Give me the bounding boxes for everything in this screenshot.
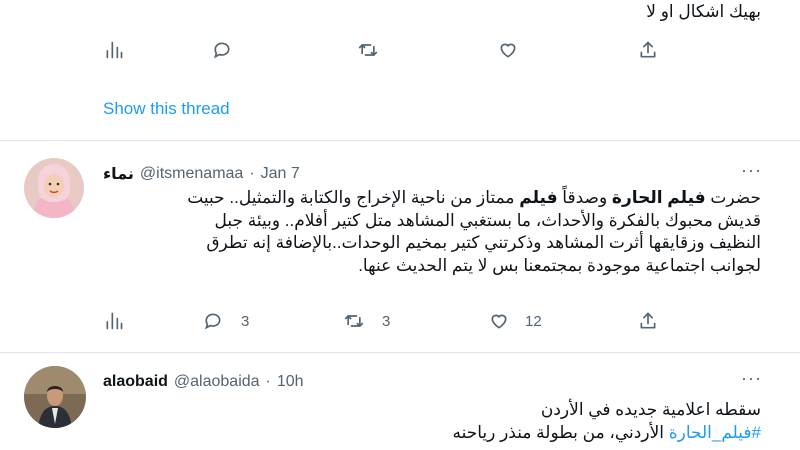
- retweet-icon: [358, 44, 378, 56]
- share-icon: [640, 312, 656, 329]
- tweet-timestamp[interactable]: 10h: [277, 373, 304, 391]
- tweet-header: نماء @itsmenamaa · Jan 7: [103, 163, 300, 185]
- like-button[interactable]: 12: [489, 311, 542, 331]
- share-button[interactable]: [638, 311, 658, 331]
- tweet-header: alaobaid @alaobaida · 10h: [103, 371, 304, 393]
- analytics-button[interactable]: [104, 40, 124, 60]
- tweet-text-tail: بهيك اشكال او لا: [646, 2, 761, 21]
- user-handle[interactable]: @alaobaida: [174, 373, 260, 391]
- like-icon: [491, 314, 507, 329]
- share-button[interactable]: [638, 40, 658, 60]
- more-icon[interactable]: ···: [741, 368, 762, 389]
- tweet-text: سقطه اعلامية جديده في الأردن #فيلم_الحار…: [452, 399, 761, 444]
- retweet-button[interactable]: [358, 40, 378, 60]
- like-button[interactable]: [498, 40, 518, 60]
- tweet-timestamp[interactable]: Jan 7: [261, 165, 300, 183]
- more-icon[interactable]: ···: [741, 160, 762, 181]
- avatar-image: [24, 158, 84, 218]
- reply-icon: [213, 42, 230, 59]
- tweet-text-line: لجوانب اجتماعية موجودة بمجتمعنا بس لا يت…: [358, 255, 761, 275]
- share-icon: [640, 41, 656, 58]
- tweet-text-line: حضرت فيلم الحارة وصدقاً فيلم ممتاز من نا…: [187, 188, 761, 207]
- tweet-divider: [0, 140, 800, 141]
- retweet-count: 3: [382, 312, 391, 330]
- like-count: 12: [525, 312, 542, 330]
- retweet-button[interactable]: 3: [344, 311, 390, 331]
- show-thread-link[interactable]: Show this thread: [103, 99, 230, 119]
- tweet-text-line: قديش محبوك بالفكرة والأحداث، ما بستغبي ا…: [214, 210, 761, 230]
- reply-count: 3: [241, 312, 250, 330]
- avatar[interactable]: [24, 366, 86, 428]
- reply-button[interactable]: [212, 40, 242, 60]
- tweet-text: حضرت فيلم الحارة وصدقاً فيلم ممتاز من نا…: [187, 187, 761, 277]
- tweet-text-line: سقطه اعلامية جديده في الأردن: [540, 400, 761, 419]
- analytics-icon: [106, 41, 123, 59]
- avatar[interactable]: [24, 158, 84, 218]
- tweet-divider: [0, 352, 800, 353]
- dot-separator: ·: [265, 373, 271, 390]
- like-icon: [500, 43, 516, 58]
- retweet-icon: [344, 315, 364, 327]
- display-name[interactable]: نماء: [103, 164, 134, 184]
- dot-separator: ·: [249, 165, 255, 182]
- hashtag-link[interactable]: #فيلم_الحارة: [669, 423, 761, 442]
- user-handle[interactable]: @itsmenamaa: [140, 165, 243, 183]
- reply-icon: [204, 313, 221, 330]
- reply-button[interactable]: 3: [203, 311, 249, 331]
- tweet-text-line: #فيلم_الحارة الأردني، من بطولة منذر رياح…: [452, 422, 761, 442]
- analytics-button[interactable]: [104, 311, 124, 331]
- tweet-text-line: النظيف وزقايقها أثرت المشاهد وذكرتني كتي…: [206, 233, 761, 252]
- avatar-image: [24, 366, 86, 428]
- display-name[interactable]: alaobaid: [103, 373, 168, 391]
- analytics-icon: [106, 312, 123, 330]
